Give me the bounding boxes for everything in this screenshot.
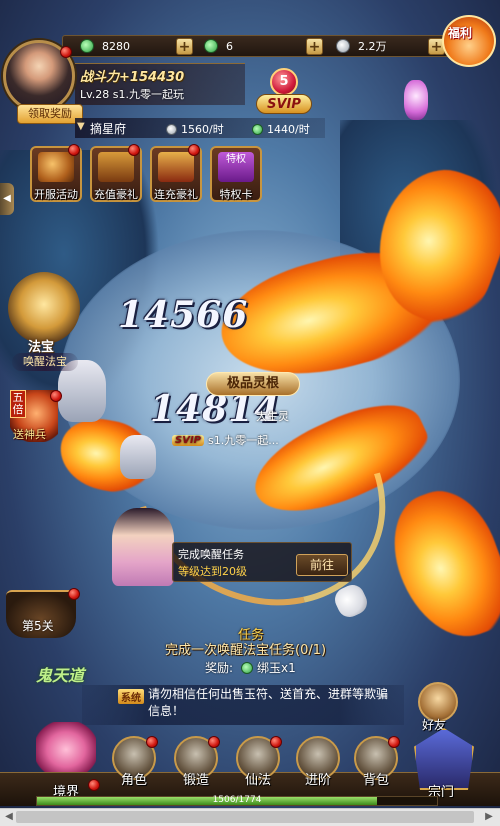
add-jade-button[interactable]: + [176,38,193,55]
jade-rate: 1440/时 [252,121,310,137]
player-nameplate: SVIP s1.九零一起... [172,432,279,448]
chat-message: 请勿相信任何出售玉符、送首充、进群等欺骗信息！ [148,687,389,718]
nav-forge[interactable]: 锻造 [168,769,224,788]
bound-jade-icon [204,39,218,53]
experience-text: 1506/1774 [212,795,262,805]
notification-dot [128,144,140,156]
task-guide-subtitle: 等级达到20级 [178,565,247,578]
add-bound-jade-button[interactable]: + [306,38,323,55]
quest-reward: 奖励: 绑玉x1 [205,659,296,676]
expand-sidebar-tab[interactable]: ◀ [0,183,14,215]
damage-number: 14566 [118,294,249,336]
nav-advance[interactable]: 进阶 [290,769,346,788]
scroll-right-icon[interactable]: ▶ [482,810,496,824]
stage-label: 第5关 [22,619,54,633]
quest-reward-label: 奖励: [205,661,234,675]
player-title: 大生灵 [256,410,289,423]
nav-character[interactable]: 角色 [106,769,162,788]
lantern-icon [404,80,428,120]
welfare-label: 福利 [448,26,473,40]
scrollbar-thumb[interactable] [16,811,474,823]
feature-privilege-card[interactable]: 特权 特权卡 [210,146,262,202]
spirit-root-banner: 极品灵根 [206,372,300,396]
notification-dot [388,736,400,748]
notification-dot [270,736,282,748]
silver-amount: 2.2万 [358,40,387,53]
quest-progress: (0/1) [295,643,327,658]
bound-jade-resource: 6 [204,38,233,54]
silver-resource: 2.2万 [336,38,387,54]
feature-label: 特权卡 [219,188,253,201]
feature-label: 连充豪礼 [154,188,198,201]
notification-dot [208,736,220,748]
feature-label: 开服活动 [34,188,78,201]
notification-dot [188,144,200,156]
claim-reward-button[interactable]: 领取奖励 [17,104,83,124]
chevron-down-icon[interactable]: ▼ [77,121,89,133]
chat-channel-tag: 系统 [118,689,144,704]
nav-bag[interactable]: 背包 [348,769,404,788]
location-name: 摘星府 [90,122,127,136]
magic-treasure-subtitle: 唤醒法宝 [12,353,78,371]
bound-jade-amount: 6 [226,39,233,53]
vip-level: 5 [270,68,298,96]
feature-label: 充值豪礼 [94,188,138,201]
notification-dot [60,46,72,58]
quest-tracker[interactable]: 完成一次唤醒法宝任务(0/1) [165,639,326,658]
horn-icon [38,152,74,182]
silver-rate: 1560/时 [166,121,224,137]
jade-amount: 8280 [102,39,130,53]
jade-rate-value: 1440/时 [267,123,310,136]
level-server-name: Lv.28 s1.九零一起玩 [80,88,185,101]
treasure-chest-icon [158,152,194,182]
nav-immortal-art[interactable]: 仙法 [230,769,286,788]
silver-rate-value: 1560/时 [181,123,224,136]
privilege-card-icon: 特权 [218,152,254,182]
go-button[interactable]: 前往 [296,554,348,576]
player-name: s1.九零一起... [208,434,279,447]
combat-power: 战斗力+154430 [80,70,185,85]
silver-icon [336,39,350,53]
welfare-button[interactable] [442,15,496,67]
silver-icon [166,123,177,135]
enemy-character [120,435,156,479]
magic-treasure-button[interactable] [8,272,80,344]
jade-resource: 8280 [80,38,130,54]
scroll-left-icon[interactable]: ◀ [2,810,16,824]
jade-icon [80,39,94,53]
notification-dot [68,588,80,600]
notification-dot [68,144,80,156]
divine-weapon-label: 送神兵 [13,428,46,441]
notification-dot [146,736,158,748]
bound-jade-icon [241,661,254,674]
vip-label: SVIP [256,94,312,114]
notification-dot [50,390,62,402]
vip-badge[interactable]: 5 SVIP [256,68,312,118]
fire-effect [377,477,500,653]
lotus-icon[interactable] [36,722,96,772]
five-times-badge: 五倍 [10,390,26,418]
guide-portrait [112,508,174,586]
jade-icon [252,123,263,135]
svip-tag: SVIP [172,434,204,446]
quest-description: 完成一次唤醒法宝任务 [165,643,296,658]
treasure-chest-icon [98,152,134,182]
task-guide-title: 完成唤醒任务 [178,548,244,561]
quest-reward-item: 绑玉x1 [257,661,296,675]
